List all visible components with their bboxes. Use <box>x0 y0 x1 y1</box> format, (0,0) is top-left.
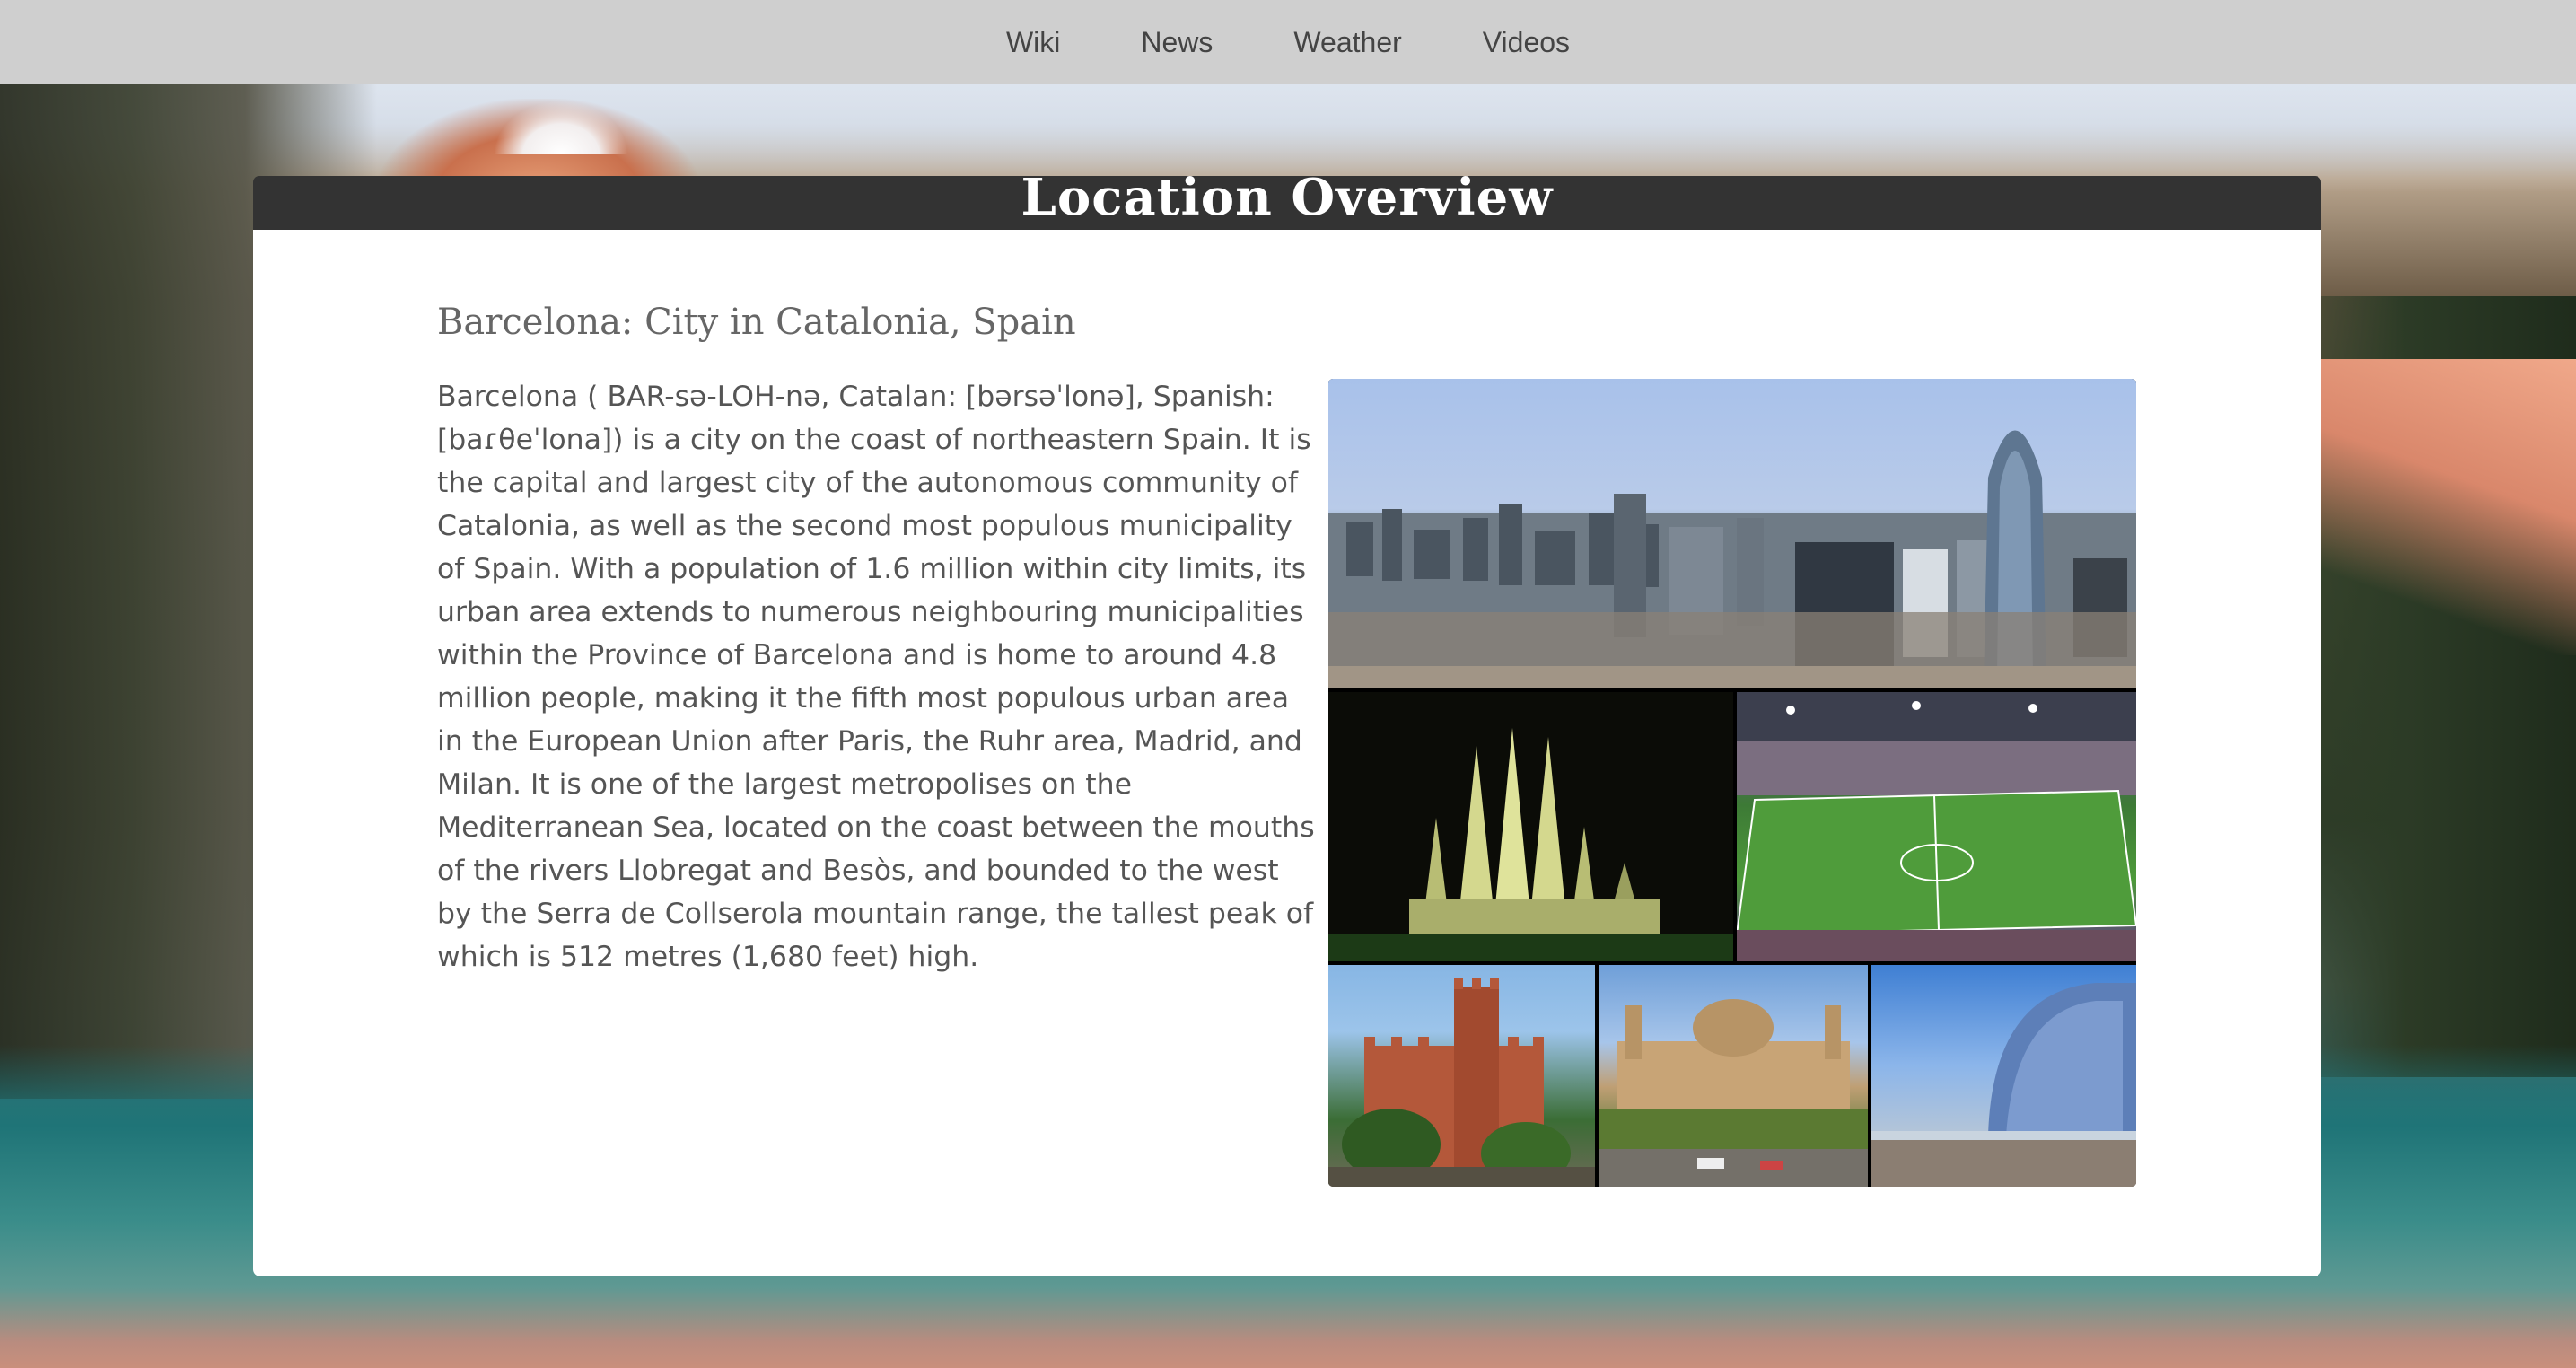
page-title: Location Overview <box>1021 168 1554 227</box>
photo-sagrada-familia <box>1328 692 1733 961</box>
nav-link-videos[interactable]: Videos <box>1442 26 1610 59</box>
nav-link-weather[interactable]: Weather <box>1253 26 1441 59</box>
nav-link-news[interactable]: News <box>1100 26 1253 59</box>
photo-national-palace <box>1599 965 1868 1187</box>
photo-castle <box>1328 965 1595 1187</box>
photo-w-hotel <box>1871 965 2136 1187</box>
overview-header-bar: Location Overview <box>253 171 2321 230</box>
city-photo-collage <box>1328 379 2136 1187</box>
location-description: Barcelona ( BAR-sə-LOH-nə, Catalan: [bər… <box>437 381 1315 973</box>
photo-skyline <box>1328 379 2136 688</box>
location-heading: Barcelona: City in Catalonia, Spain <box>437 302 1076 343</box>
photo-stadium <box>1737 692 2136 961</box>
nav-link-wiki[interactable]: Wiki <box>966 26 1100 59</box>
location-card: Barcelona: City in Catalonia, Spain Barc… <box>253 230 2321 1276</box>
top-navigation: Wiki News Weather Videos <box>0 0 2576 84</box>
